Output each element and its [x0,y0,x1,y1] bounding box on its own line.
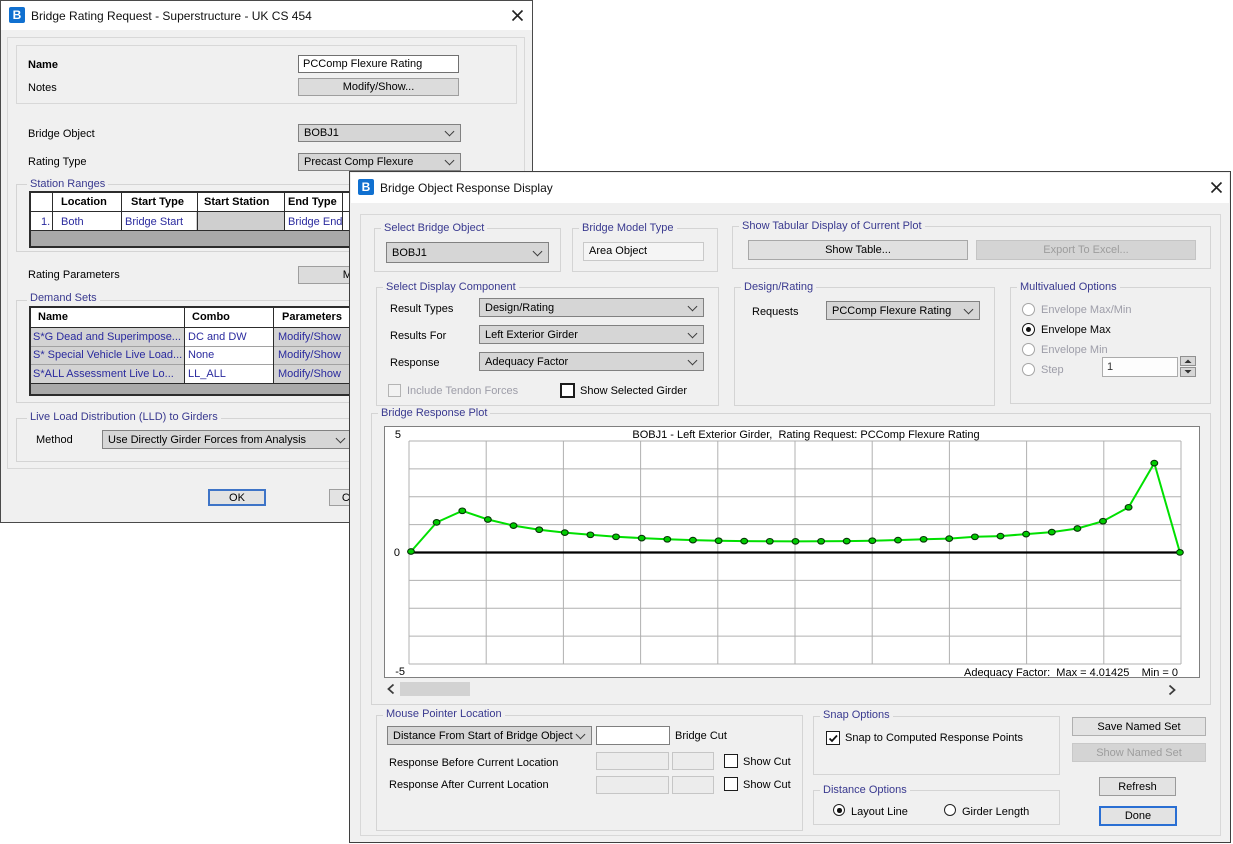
svg-text:5: 5 [395,429,401,441]
svg-text:0: 0 [394,547,400,559]
svg-text:BOBJ1 - Left Exterior Girder,: BOBJ1 - Left Exterior Girder, Rating Req… [632,429,979,441]
svg-text:Adequacy Factor: Max = 4.0142: Adequacy Factor: Max = 4.01425 Min = 0 [964,667,1178,678]
svg-text:-5: -5 [395,666,405,678]
